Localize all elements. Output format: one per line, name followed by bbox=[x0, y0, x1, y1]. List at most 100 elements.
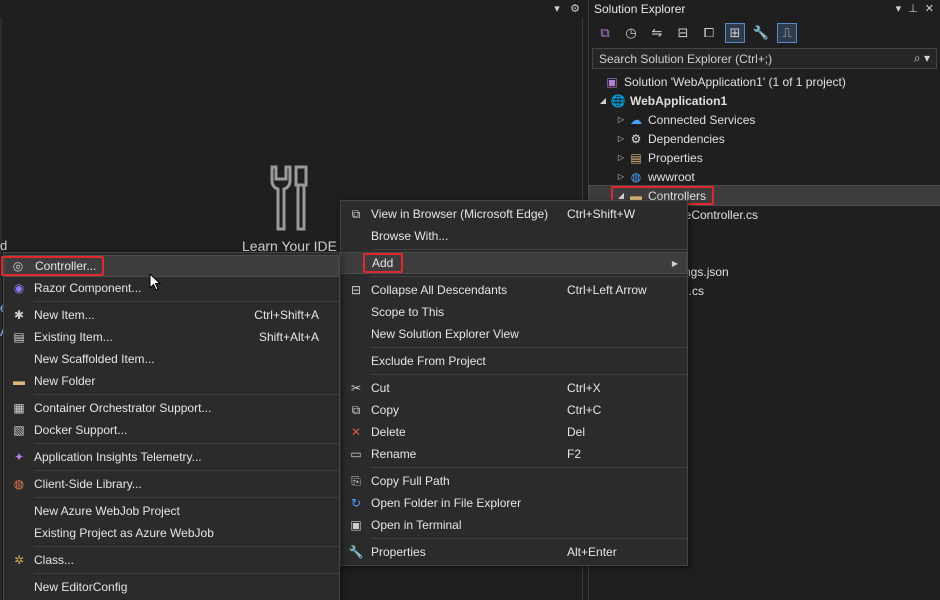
menu-item-scope-to-this[interactable]: Scope to This bbox=[341, 301, 687, 323]
solution-explorer-titlebar: Solution Explorer ▾ ⊥ ✕ bbox=[589, 0, 940, 18]
docker-icon: ▧ bbox=[13, 423, 25, 437]
submenu-item-new-item[interactable]: ✱ New Item... Ctrl+Shift+A bbox=[4, 304, 339, 326]
collapsed-arrow-icon[interactable]: ▷ bbox=[615, 153, 627, 162]
sync-icon[interactable]: ⇋ bbox=[647, 23, 667, 43]
browser-icon: ⧉ bbox=[351, 206, 361, 221]
dependencies-icon: ⚙ bbox=[630, 131, 642, 146]
menu-separator bbox=[34, 301, 339, 302]
menu-separator bbox=[34, 573, 339, 574]
solution-icon: ▣ bbox=[606, 74, 618, 89]
menu-separator bbox=[34, 546, 339, 547]
tree-item-dependencies[interactable]: ▷ ⚙ Dependencies bbox=[589, 129, 940, 148]
container-icon: ▦ bbox=[13, 401, 25, 415]
tree-item-wwwroot[interactable]: ▷ ◍ wwwroot bbox=[589, 167, 940, 186]
class-icon: ✲ bbox=[13, 553, 25, 567]
controller-highlight: Controller... bbox=[1, 256, 105, 276]
expanded-arrow-icon[interactable]: ◢ bbox=[597, 96, 609, 105]
submenu-item-existing-item[interactable]: ▤ Existing Item... Shift+Alt+A bbox=[4, 326, 339, 348]
submenu-item-container[interactable]: ▦ Container Orchestrator Support... bbox=[4, 397, 339, 419]
filter-icon[interactable]: ⊞ bbox=[725, 23, 745, 43]
menu-item-exclude[interactable]: Exclude From Project bbox=[341, 350, 687, 372]
add-highlight: Add bbox=[363, 253, 404, 273]
collapsed-arrow-icon[interactable]: ▷ bbox=[615, 172, 627, 181]
submenu-item-controller[interactable]: ◎ Controller... bbox=[1, 255, 339, 277]
menu-item-add[interactable]: Add ▶ bbox=[341, 252, 687, 274]
submenu-item-docker[interactable]: ▧ Docker Support... bbox=[4, 419, 339, 441]
search-input[interactable] bbox=[599, 51, 914, 66]
library-icon: ◍ bbox=[13, 477, 25, 491]
submenu-item-scaffolded[interactable]: New Scaffolded Item... bbox=[4, 348, 339, 370]
expanded-arrow-icon[interactable]: ◢ bbox=[615, 191, 627, 200]
menu-separator bbox=[34, 470, 339, 471]
close-icon[interactable]: ✕ bbox=[925, 2, 934, 15]
tree-item-project[interactable]: ◢ 🌐 WebApplication1 bbox=[589, 91, 940, 110]
wrench-icon[interactable]: 🔧 bbox=[751, 23, 771, 43]
scissors-icon: ✂ bbox=[350, 381, 362, 395]
delete-icon: ✕ bbox=[350, 425, 362, 439]
tree-item-solution[interactable]: ▣ Solution 'WebApplication1' (1 of 1 pro… bbox=[589, 72, 940, 91]
collapsed-arrow-icon[interactable]: ▷ bbox=[615, 134, 627, 143]
panel-title: Solution Explorer bbox=[594, 2, 686, 16]
dropdown-arrow-icon[interactable]: ▾ bbox=[550, 2, 564, 16]
menu-item-properties[interactable]: 🔧 Properties Alt+Enter bbox=[341, 541, 687, 563]
copy-path-icon: ⎘ bbox=[351, 473, 361, 488]
menu-item-open-terminal[interactable]: ▣ Open in Terminal bbox=[341, 514, 687, 536]
insights-icon: ✦ bbox=[13, 450, 25, 464]
menu-item-browse-with[interactable]: Browse With... bbox=[341, 225, 687, 247]
mouse-cursor-icon bbox=[149, 273, 161, 291]
collapse-icon: ⊟ bbox=[350, 283, 362, 297]
menu-separator bbox=[34, 394, 339, 395]
submenu-item-razor-component[interactable]: ◉ Razor Component... bbox=[4, 277, 339, 299]
menu-item-copy-full-path[interactable]: ⎘ Copy Full Path bbox=[341, 470, 687, 492]
menu-item-new-se-view[interactable]: New Solution Explorer View bbox=[341, 323, 687, 345]
connected-services-icon: ☁ bbox=[630, 112, 642, 127]
menu-separator bbox=[34, 497, 339, 498]
properties-folder-icon: ▤ bbox=[630, 150, 642, 165]
search-box[interactable]: ⌕ ▾ bbox=[592, 48, 937, 69]
tools-icon bbox=[270, 165, 308, 231]
vs-switch-views-icon[interactable]: ⧉ bbox=[595, 23, 615, 43]
menu-item-delete[interactable]: ✕ Delete Del bbox=[341, 421, 687, 443]
submenu-item-new-folder[interactable]: ▬ New Folder bbox=[4, 370, 339, 392]
menu-item-cut[interactable]: ✂ Cut Ctrl+X bbox=[341, 377, 687, 399]
web-project-icon: 🌐 bbox=[610, 93, 626, 108]
copy-icon: ⧉ bbox=[351, 402, 361, 417]
menu-item-rename[interactable]: ▭ Rename F2 bbox=[341, 443, 687, 465]
submenu-item-insights[interactable]: ✦ Application Insights Telemetry... bbox=[4, 446, 339, 468]
solution-explorer-toolbar: ⧉ ◷ ⇋ ⊟ ⧠ ⊞ 🔧 ⎍ bbox=[589, 18, 940, 48]
globe-icon: ◍ bbox=[630, 169, 642, 184]
history-icon[interactable]: ◷ bbox=[621, 23, 641, 43]
wrench-icon: 🔧 bbox=[348, 545, 364, 559]
editor-topbar: ▾ ⚙ bbox=[0, 0, 583, 18]
menu-item-open-folder[interactable]: ↻ Open Folder in File Explorer bbox=[341, 492, 687, 514]
submenu-item-client-library[interactable]: ◍ Client-Side Library... bbox=[4, 473, 339, 495]
submenu-item-existing-webjob[interactable]: Existing Project as Azure WebJob bbox=[4, 522, 339, 544]
menu-separator bbox=[34, 443, 339, 444]
menu-separator bbox=[371, 249, 687, 250]
preview-icon[interactable]: ⎍ bbox=[777, 23, 797, 43]
new-folder-icon: ▬ bbox=[13, 374, 25, 388]
menu-separator bbox=[371, 467, 687, 468]
rename-icon: ▭ bbox=[350, 447, 362, 461]
new-item-icon: ✱ bbox=[13, 308, 25, 322]
tree-item-connected-services[interactable]: ▷ ☁ Connected Services bbox=[589, 110, 940, 129]
tree-item-properties[interactable]: ▷ ▤ Properties bbox=[589, 148, 940, 167]
dropdown-arrow-icon[interactable]: ▾ bbox=[896, 2, 902, 15]
menu-separator bbox=[371, 276, 687, 277]
submenu-arrow-icon: ▶ bbox=[671, 258, 678, 268]
submenu-item-editorconfig[interactable]: New EditorConfig bbox=[4, 576, 339, 598]
menu-item-view-in-browser[interactable]: ⧉ View in Browser (Microsoft Edge) Ctrl+… bbox=[341, 203, 687, 225]
menu-separator bbox=[371, 538, 687, 539]
submenu-item-new-webjob[interactable]: New Azure WebJob Project bbox=[4, 500, 339, 522]
menu-separator bbox=[371, 374, 687, 375]
show-all-files-icon[interactable]: ⧠ bbox=[699, 23, 719, 43]
menu-item-collapse-all[interactable]: ⊟ Collapse All Descendants Ctrl+Left Arr… bbox=[341, 279, 687, 301]
collapsed-arrow-icon[interactable]: ▷ bbox=[615, 115, 627, 124]
collapse-all-icon[interactable]: ⊟ bbox=[673, 23, 693, 43]
gear-icon[interactable]: ⚙ bbox=[568, 2, 582, 16]
search-icon[interactable]: ⌕ ▾ bbox=[914, 51, 930, 66]
submenu-item-class[interactable]: ✲ Class... bbox=[4, 549, 339, 571]
pin-icon[interactable]: ⊥ bbox=[908, 2, 918, 15]
menu-item-copy[interactable]: ⧉ Copy Ctrl+C bbox=[341, 399, 687, 421]
terminal-icon: ▣ bbox=[350, 518, 362, 532]
